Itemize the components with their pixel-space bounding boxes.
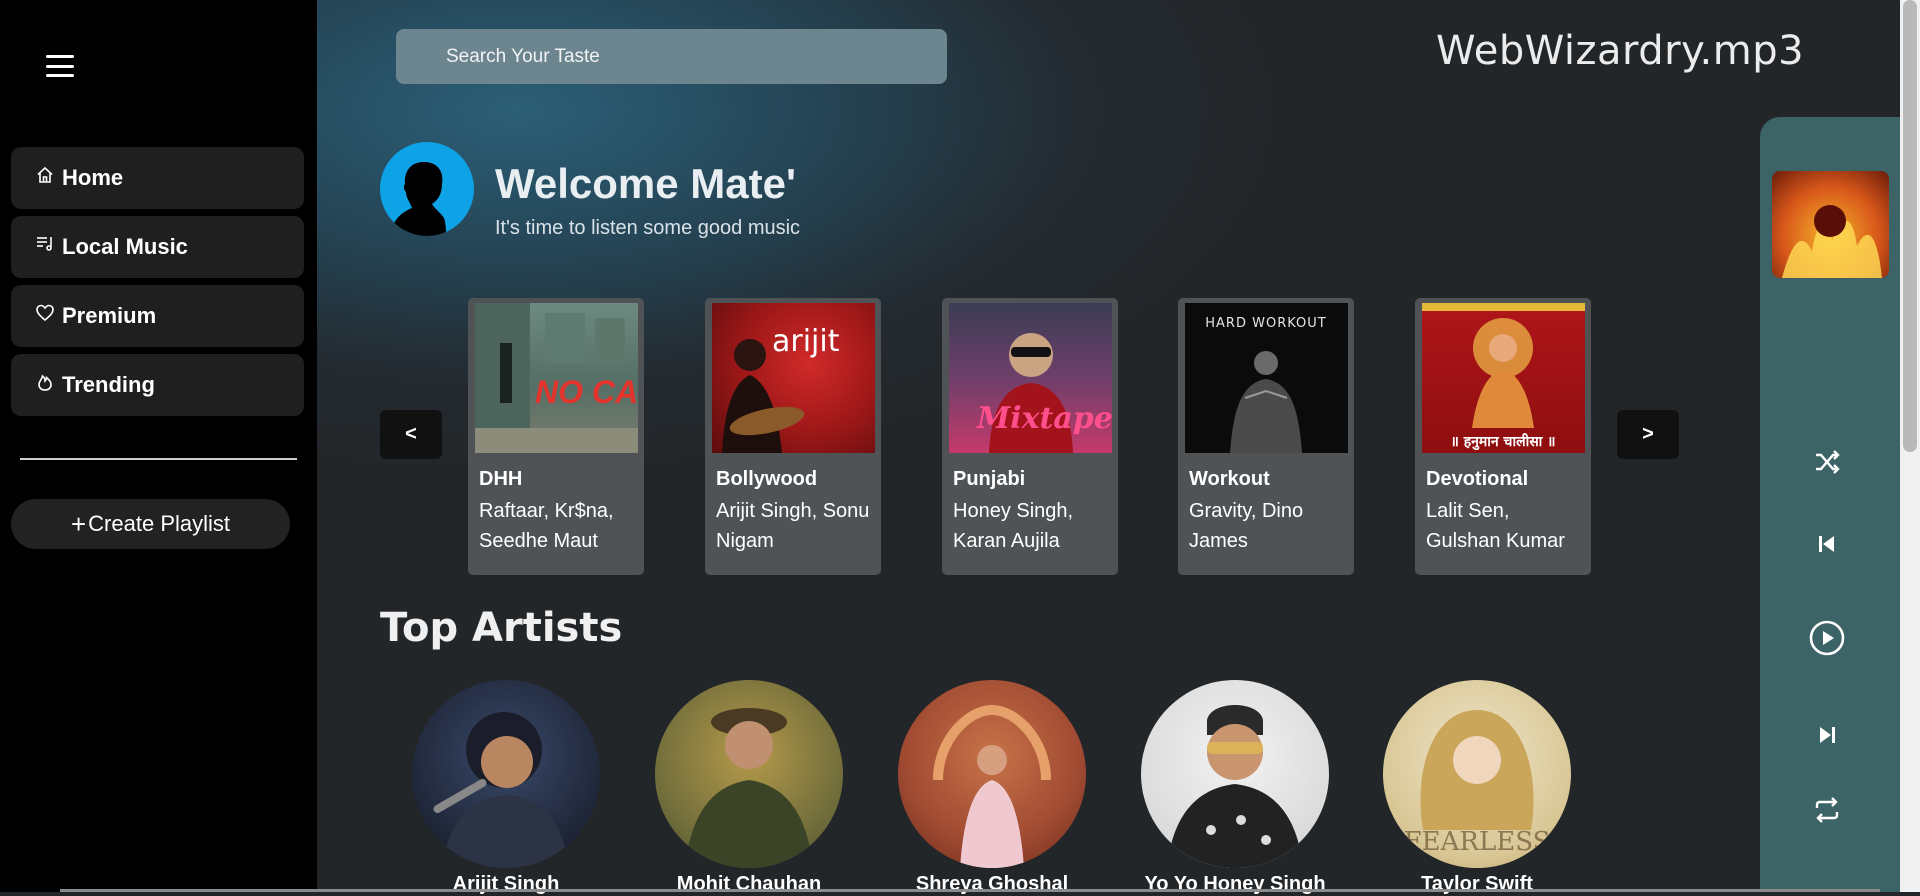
repeat-icon bbox=[1815, 797, 1839, 823]
artist-name: Mohit Chauhan bbox=[676, 873, 822, 895]
carousel-prev-button[interactable]: < bbox=[380, 410, 442, 459]
sidebar-item-label: Premium bbox=[62, 303, 157, 328]
card-title: Punjabi bbox=[953, 468, 1026, 490]
shuffle-icon bbox=[1816, 450, 1840, 474]
next-button[interactable] bbox=[1810, 718, 1844, 752]
album-cover: arijit bbox=[712, 303, 875, 453]
top-artists-title: Top Artists bbox=[380, 605, 623, 651]
welcome-title: Welcome Mate' bbox=[495, 160, 796, 207]
playlist-icon bbox=[37, 237, 52, 251]
sidebar-item-label: Local Music bbox=[62, 234, 188, 259]
artist-avatar-taylor-swift[interactable]: FEARLESS bbox=[1383, 680, 1571, 868]
sidebar-item-trending[interactable]: Trending bbox=[11, 354, 304, 416]
vertical-scrollbar-thumb[interactable] bbox=[1903, 0, 1917, 452]
player-panel bbox=[1760, 117, 1900, 892]
artist-name: Yo Yo Honey Singh bbox=[1144, 873, 1326, 895]
album-cover: NO CAP bbox=[475, 303, 638, 453]
now-playing-cover[interactable] bbox=[1772, 171, 1889, 278]
play-icon bbox=[1809, 620, 1845, 656]
home-icon bbox=[37, 166, 53, 183]
artist-name: Taylor Swift bbox=[1421, 873, 1533, 895]
genre-card-dhh[interactable]: NO CAP DHH Raftaar, Kr$na, Seedhe Maut bbox=[468, 298, 644, 575]
plus-icon: + bbox=[70, 509, 87, 539]
menu-icon[interactable] bbox=[46, 55, 74, 77]
shuffle-button[interactable] bbox=[1810, 445, 1844, 479]
sidebar-item-home[interactable]: Home bbox=[11, 147, 304, 209]
create-playlist-label: Create Playlist bbox=[88, 511, 231, 536]
sidebar-item-premium[interactable]: Premium bbox=[11, 285, 304, 347]
card-title: DHH bbox=[479, 468, 523, 490]
artist-name: Arijit Singh bbox=[452, 873, 560, 895]
cover-text: HARD WORKOUT bbox=[1205, 316, 1326, 331]
sidebar: Home Local Music Premium Trending + Crea… bbox=[0, 0, 317, 892]
card-artists: Gravity, Dino James bbox=[1189, 500, 1304, 552]
user-silhouette-icon bbox=[390, 162, 446, 236]
artist-avatar-mohit-chauhan[interactable] bbox=[655, 680, 843, 868]
card-title: Devotional bbox=[1426, 468, 1529, 490]
artist-avatar-shreya-ghoshal[interactable] bbox=[898, 680, 1086, 868]
cover-text: Mixtape bbox=[976, 401, 1112, 436]
artist-name: Shreya Ghoshal bbox=[915, 873, 1069, 895]
genre-card-punjabi[interactable]: Mixtape Punjabi Honey Singh, Karan Aujil… bbox=[942, 298, 1118, 575]
album-cover: HARD WORKOUT bbox=[1185, 303, 1348, 453]
welcome-subtitle: It's time to listen some good music bbox=[495, 217, 801, 239]
album-cover: Mixtape bbox=[949, 303, 1112, 453]
repeat-button[interactable] bbox=[1810, 793, 1844, 827]
card-artists: Raftaar, Kr$na, Seedhe Maut bbox=[479, 500, 614, 552]
artist-avatar-arijit-singh[interactable] bbox=[412, 680, 600, 868]
next-icon bbox=[1820, 727, 1835, 743]
sidebar-divider bbox=[20, 458, 297, 460]
card-artists: Honey Singh, Karan Aujila bbox=[953, 500, 1074, 552]
cover-text: ॥ हनुमान चालीसा ॥ bbox=[1450, 433, 1555, 451]
sidebar-item-local-music[interactable]: Local Music bbox=[11, 216, 304, 278]
card-title: Bollywood bbox=[716, 468, 818, 490]
search-input[interactable] bbox=[396, 29, 947, 84]
card-artists: Lalit Sen, Gulshan Kumar bbox=[1426, 500, 1565, 552]
avatar bbox=[380, 142, 474, 236]
brand-title: WebWizardry.mp3 bbox=[1436, 28, 1805, 74]
heart-icon bbox=[36, 304, 54, 322]
card-title: Workout bbox=[1189, 468, 1270, 490]
create-playlist-button[interactable]: + Create Playlist bbox=[11, 499, 290, 549]
genre-card-bollywood[interactable]: arijit Bollywood Arijit Singh, Sonu Niga… bbox=[705, 298, 881, 575]
flame-icon bbox=[38, 374, 52, 391]
carousel-next-button[interactable]: > bbox=[1617, 410, 1679, 459]
main-content: WebWizardry.mp3 Welcome Mate' It's time … bbox=[317, 0, 1900, 895]
play-button[interactable] bbox=[1808, 619, 1846, 657]
cover-text: FEARLESS bbox=[1404, 827, 1551, 857]
previous-icon bbox=[1819, 536, 1834, 552]
artist-avatar-yo-yo-honey-singh[interactable] bbox=[1141, 680, 1329, 868]
genre-card-devotional[interactable]: ॥ हनुमान चालीसा ॥ Devotional Lalit Sen, … bbox=[1415, 298, 1591, 575]
cover-text: NO CAP bbox=[535, 374, 638, 410]
card-artists: Arijit Singh, Sonu Nigam bbox=[716, 500, 870, 552]
album-cover: ॥ हनुमान चालीसा ॥ bbox=[1422, 303, 1585, 453]
previous-button[interactable] bbox=[1810, 527, 1844, 561]
cover-text: arijit bbox=[772, 324, 840, 359]
genre-card-workout[interactable]: HARD WORKOUT Workout Gravity, Dino James bbox=[1178, 298, 1354, 575]
sidebar-item-label: Home bbox=[62, 165, 124, 190]
sidebar-item-label: Trending bbox=[62, 372, 155, 397]
